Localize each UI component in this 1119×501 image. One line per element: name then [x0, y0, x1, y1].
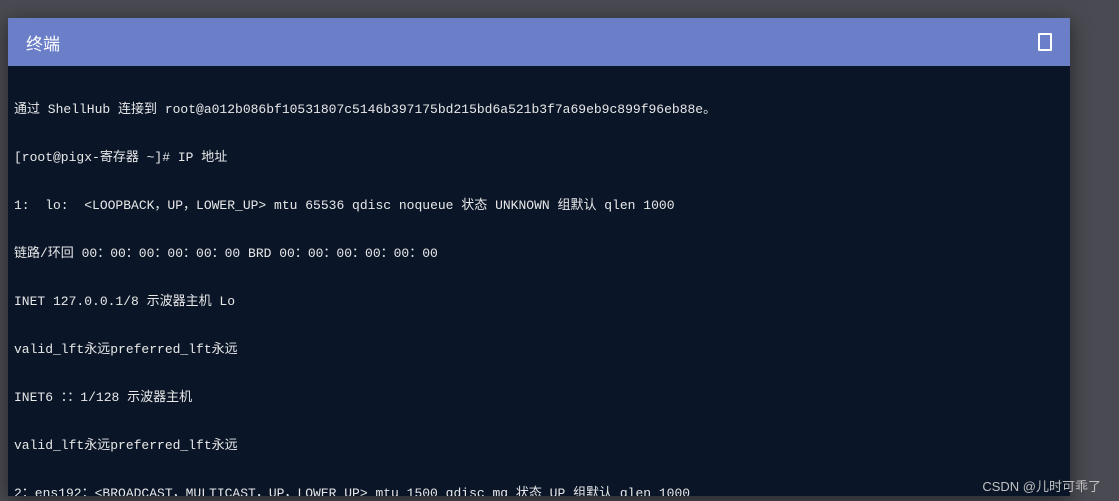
terminal-line: [root@pigx-寄存器 ~]# IP 地址 — [14, 150, 1064, 166]
title-bar[interactable]: 终端 — [8, 18, 1070, 66]
terminal-line: 通过 ShellHub 连接到 root@a012b086bf10531807c… — [14, 102, 1064, 118]
terminal-window: 终端 通过 ShellHub 连接到 root@a012b086bf105318… — [8, 18, 1070, 496]
terminal-line: valid_lft永远preferred_lft永远 — [14, 438, 1064, 454]
terminal-line: INET6 ：：1/128 示波器主机 — [14, 390, 1064, 406]
terminal-line: 1: lo: <LOOPBACK，UP，LOWER_UP> mtu 65536 … — [14, 198, 1064, 214]
maximize-icon[interactable] — [1038, 33, 1052, 51]
terminal-line: valid_lft永远preferred_lft永远 — [14, 342, 1064, 358]
window-title: 终端 — [26, 30, 60, 55]
terminal-line: 2：ens192：<BROADCAST，MULTICAST，UP，LOWER_U… — [14, 486, 1064, 496]
terminal-line: INET 127.0.0.1/8 示波器主机 Lo — [14, 294, 1064, 310]
watermark: CSDN @儿时可乖了 — [982, 476, 1101, 495]
terminal-body[interactable]: 通过 ShellHub 连接到 root@a012b086bf10531807c… — [8, 66, 1070, 496]
terminal-line: 链路/环回 00：00：00：00：00：00 BRD 00：00：00：00：… — [14, 246, 1064, 262]
